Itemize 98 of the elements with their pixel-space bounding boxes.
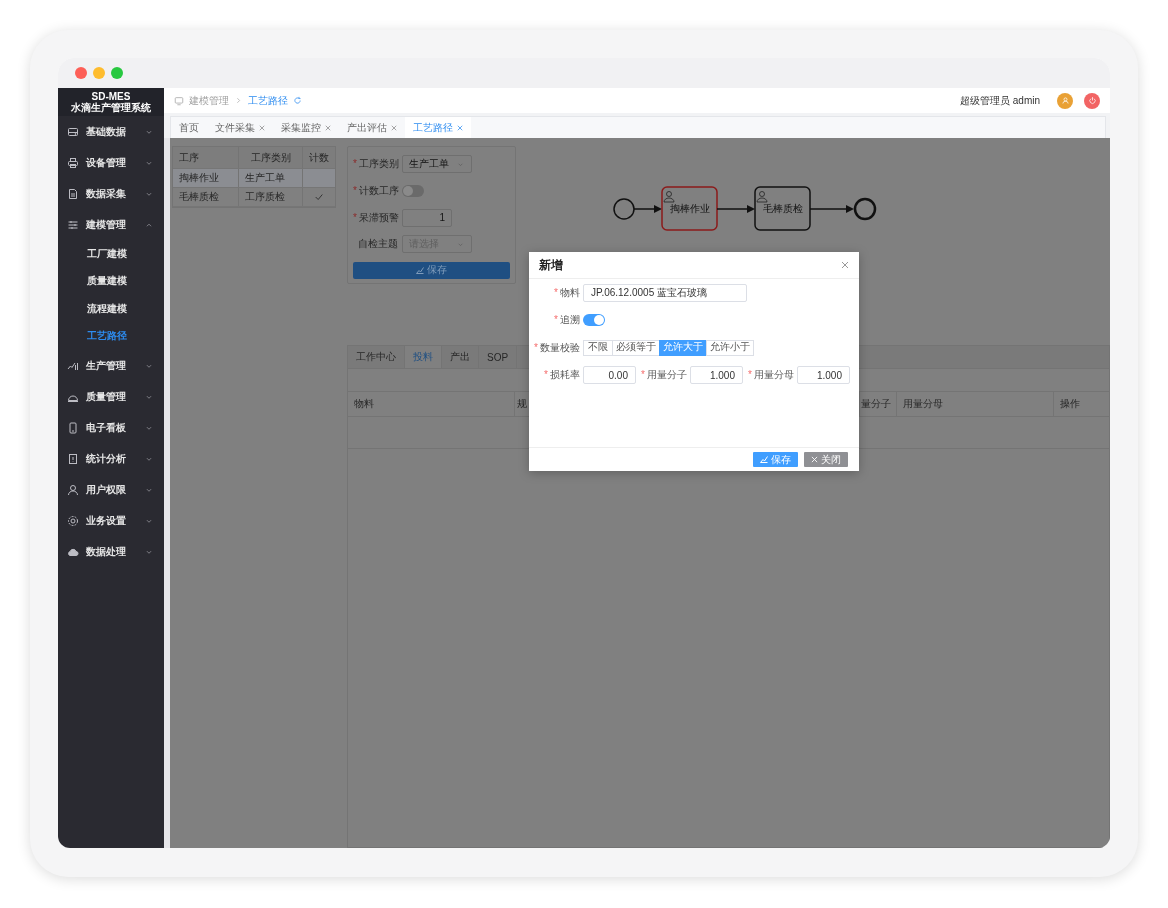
field-label: * 损耗率 bbox=[543, 368, 580, 383]
sidebar-subitem[interactable]: 工艺路径 bbox=[58, 322, 164, 350]
toggle-switch[interactable] bbox=[402, 184, 424, 197]
field-label: * 数量校验 bbox=[533, 340, 580, 355]
column-header: 操作 bbox=[1059, 397, 1081, 411]
option-button[interactable]: 不限 bbox=[583, 339, 613, 356]
user-icon bbox=[756, 191, 768, 203]
chart-icon bbox=[416, 266, 424, 274]
column-header: 工序 bbox=[173, 147, 239, 168]
task-label: 掏棒作业 bbox=[669, 203, 710, 214]
document-icon bbox=[67, 187, 79, 200]
breadcrumb-link[interactable]: 工艺路径 bbox=[248, 93, 288, 108]
app-subtitle: 水滴生产管理系统 bbox=[71, 102, 151, 113]
table-row[interactable]: 掏棒作业 生产工单 bbox=[173, 169, 335, 188]
column-header: 量分子 bbox=[860, 392, 897, 416]
field-label: * 呆滞预警 bbox=[353, 210, 398, 225]
drive-icon bbox=[67, 125, 79, 138]
phone-icon bbox=[67, 421, 79, 434]
tab[interactable]: 产出 bbox=[442, 346, 479, 368]
sidebar-item[interactable]: 质量管理 bbox=[58, 381, 164, 412]
sidebar-item[interactable]: 数据采集 bbox=[58, 178, 164, 209]
field-label: * 工序类别 bbox=[353, 157, 398, 172]
sidebar-item[interactable]: 建模管理 bbox=[58, 209, 164, 240]
tab[interactable]: 采集监控 bbox=[273, 117, 339, 138]
start-event[interactable] bbox=[613, 198, 635, 220]
sidebar-subitem[interactable]: 流程建模 bbox=[58, 295, 164, 323]
user-icon bbox=[663, 191, 675, 203]
sidebar-item[interactable]: 设备管理 bbox=[58, 147, 164, 178]
number-field[interactable]: 1.000 bbox=[690, 366, 743, 385]
end-event[interactable] bbox=[853, 197, 877, 221]
monitor-icon bbox=[174, 95, 184, 106]
option-button[interactable]: 必须等于 bbox=[612, 339, 660, 356]
sidebar-item[interactable]: 用户权限 bbox=[58, 474, 164, 505]
window-close-button[interactable] bbox=[75, 67, 87, 79]
close-icon[interactable] bbox=[391, 124, 397, 131]
field-label: * 计数工序 bbox=[353, 183, 398, 198]
chevron-icon bbox=[234, 96, 243, 105]
power-button[interactable] bbox=[1084, 92, 1100, 109]
window-maximize-button[interactable] bbox=[111, 67, 123, 79]
field-label: * 用量分母 bbox=[747, 368, 794, 383]
close-icon[interactable] bbox=[259, 124, 265, 131]
column-header: 工序类别 bbox=[239, 147, 303, 168]
option-button[interactable]: 允许小于 bbox=[706, 339, 754, 356]
table-cell: 工序质检 bbox=[239, 188, 303, 206]
close-icon[interactable] bbox=[325, 124, 331, 131]
sidebar-item[interactable]: 业务设置 bbox=[58, 505, 164, 536]
chart-icon bbox=[760, 456, 768, 463]
field-label: * 用量分子 bbox=[640, 368, 687, 383]
sidebar-subitem[interactable]: 工厂建模 bbox=[58, 240, 164, 268]
power-icon bbox=[1087, 96, 1097, 105]
table-cell: 毛棒质检 bbox=[173, 188, 239, 206]
flow-arrow bbox=[633, 205, 662, 213]
dialog-title: 新增 bbox=[539, 256, 563, 274]
column-header: 物料 bbox=[348, 392, 515, 416]
select-field[interactable]: 生产工单 bbox=[402, 155, 472, 174]
table-cell: 掏棒作业 bbox=[173, 169, 239, 187]
tab[interactable]: 工艺路径 bbox=[405, 117, 471, 138]
tab[interactable]: 文件采集 bbox=[207, 117, 273, 138]
field-label: * 追溯 bbox=[553, 313, 580, 328]
printer-icon bbox=[67, 156, 79, 169]
number-field[interactable]: 1 bbox=[402, 208, 452, 227]
sidebar-item[interactable]: 数据处理 bbox=[58, 536, 164, 567]
sliders-icon bbox=[67, 218, 79, 231]
sidebar-item[interactable]: 电子看板 bbox=[58, 412, 164, 443]
user-icon bbox=[1060, 96, 1070, 105]
user-icon bbox=[67, 483, 79, 496]
task-node[interactable] bbox=[661, 186, 718, 231]
table-cell: 生产工单 bbox=[239, 169, 303, 187]
table-row[interactable]: 毛棒质检 工序质检 bbox=[173, 188, 335, 207]
gear-icon bbox=[67, 514, 79, 527]
column-header: 用量分母 bbox=[897, 392, 1054, 416]
app-name: SD-MES bbox=[91, 91, 131, 102]
tab[interactable]: 产出评估 bbox=[339, 117, 405, 138]
close-icon bbox=[811, 456, 818, 463]
tab[interactable]: 首页 bbox=[171, 117, 207, 138]
report-icon bbox=[67, 452, 79, 465]
sidebar-item[interactable]: 基础数据 bbox=[58, 116, 164, 147]
sidebar-subitem[interactable]: 质量建模 bbox=[58, 267, 164, 295]
task-node[interactable] bbox=[754, 186, 811, 231]
refresh-icon[interactable] bbox=[293, 96, 302, 105]
sidebar-item[interactable]: 生产管理 bbox=[58, 350, 164, 381]
number-field[interactable]: 0.00 bbox=[583, 366, 636, 385]
input-field[interactable]: JP.06.12.0005 蓝宝石玻璃 bbox=[583, 283, 747, 302]
close-icon[interactable] bbox=[457, 124, 463, 131]
window-minimize-button[interactable] bbox=[93, 67, 105, 79]
field-label: * 物料 bbox=[553, 285, 580, 300]
toggle-switch[interactable] bbox=[583, 314, 605, 327]
number-field[interactable]: 1.000 bbox=[797, 366, 850, 385]
tab[interactable]: SOP bbox=[479, 346, 518, 368]
flow-arrow bbox=[809, 205, 854, 213]
column-header: 计数 bbox=[308, 150, 330, 165]
sidebar-item[interactable]: 统计分析 bbox=[58, 443, 164, 474]
flow-arrow bbox=[716, 205, 755, 213]
profile-button[interactable] bbox=[1057, 92, 1073, 109]
task-label: 毛棒质检 bbox=[762, 203, 803, 214]
close-icon[interactable] bbox=[841, 261, 849, 269]
field-label: 自检主题 bbox=[357, 237, 398, 252]
user-name: 超级管理员 admin bbox=[960, 93, 1040, 108]
